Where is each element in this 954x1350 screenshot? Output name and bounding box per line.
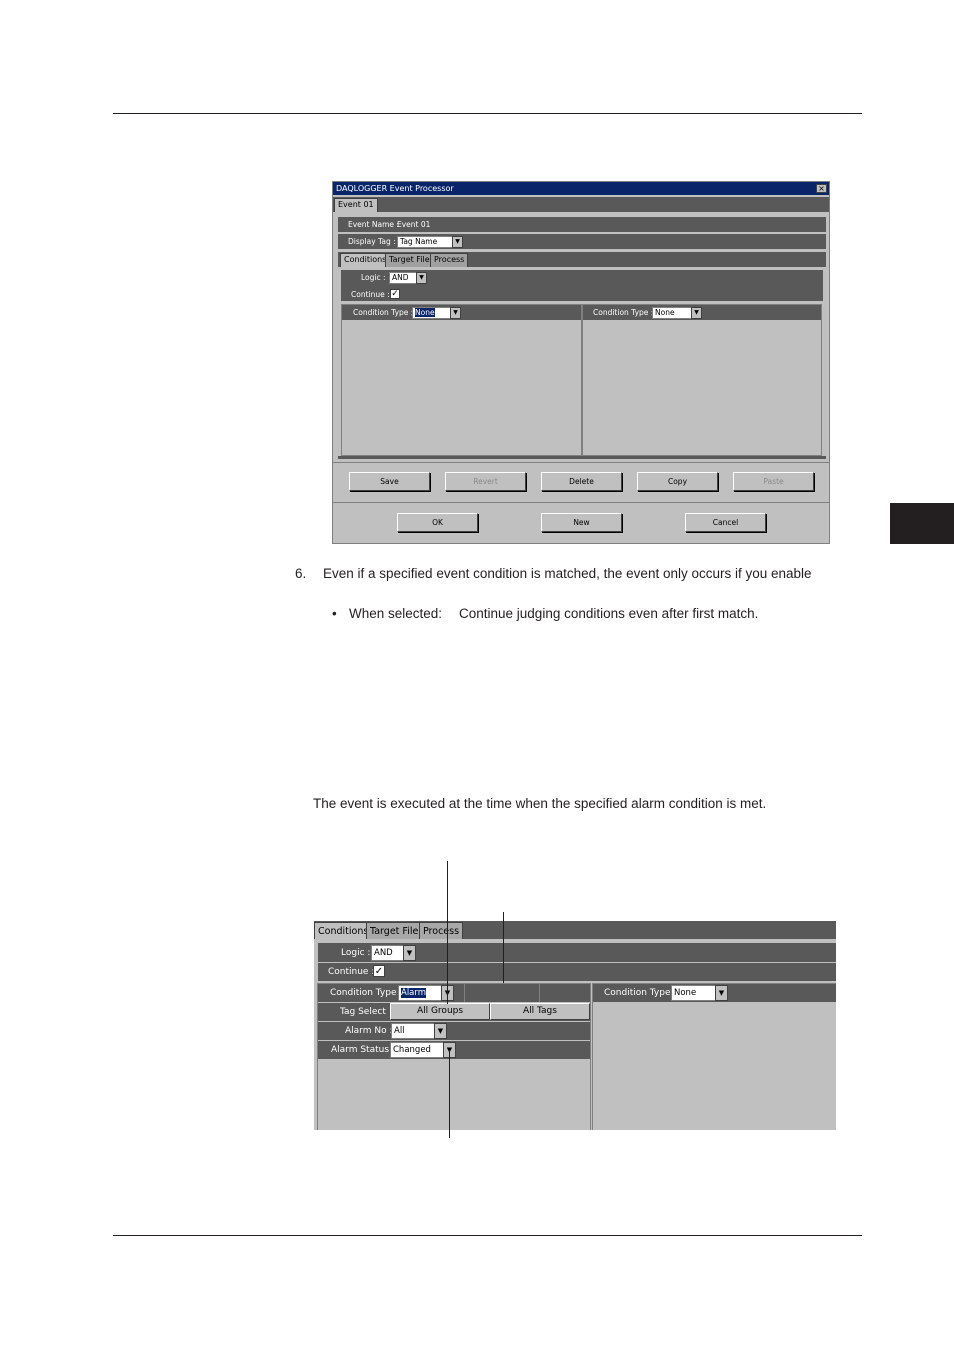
chevron-down-icon[interactable]: ▼ — [452, 236, 463, 248]
alarm-no-label: Alarm No : — [345, 1026, 393, 1036]
all-groups-button[interactable]: All Groups — [390, 1003, 490, 1020]
dialog-title: DAQLOGGER Event Processor — [336, 184, 454, 193]
right-condition-type-label: Condition Type : — [604, 988, 677, 998]
all-tags-button[interactable]: All Tags — [490, 1003, 590, 1020]
display-tag-value: Tag Name — [400, 237, 438, 246]
bottom-separator — [333, 502, 829, 503]
bottom-rule — [113, 1235, 862, 1236]
event-name-label: Event Name : — [348, 220, 399, 229]
logic-value: AND — [374, 948, 393, 958]
continue-row — [318, 963, 836, 981]
logic-value: AND — [392, 273, 409, 282]
continue-checkbox[interactable]: ✓ — [373, 965, 385, 977]
leader-line-condition-type — [447, 861, 448, 1004]
pane-border — [338, 456, 826, 459]
header-divider — [464, 984, 465, 1002]
right-condition-pane — [582, 304, 822, 456]
bullet-label: When selected: — [349, 606, 443, 621]
display-tag-select[interactable]: Tag Name ▼ — [397, 236, 463, 248]
left-condition-type-select[interactable]: None ▼ — [412, 307, 461, 319]
chevron-down-icon[interactable]: ▼ — [403, 945, 416, 961]
close-icon[interactable]: × — [816, 184, 827, 193]
alarm-status-value: Changed — [393, 1045, 431, 1055]
right-condition-pane — [592, 983, 836, 1130]
alarm-status-label: Alarm Status : — [331, 1045, 395, 1055]
paste-button[interactable]: Paste — [733, 472, 814, 491]
tab-process[interactable]: Process — [430, 253, 469, 267]
copy-button[interactable]: Copy — [637, 472, 718, 491]
chevron-down-icon[interactable]: ▼ — [434, 1023, 447, 1039]
left-condition-type-label: Condition Type : — [330, 988, 403, 998]
logic-label: Logic : — [361, 273, 386, 282]
left-condition-type-value: None — [415, 308, 435, 317]
logic-label: Logic : — [341, 948, 371, 958]
alarm-no-value: All — [394, 1026, 405, 1036]
revert-button[interactable]: Revert — [445, 472, 526, 491]
alarm-description: The event is executed at the time when t… — [313, 796, 767, 811]
header-divider — [539, 984, 540, 1002]
delete-button[interactable]: Delete — [541, 472, 622, 491]
right-condition-type-label: Condition Type : — [593, 308, 654, 317]
chapter-side-tab — [890, 503, 954, 544]
tab-process[interactable]: Process — [419, 922, 464, 939]
step-6-text: Even if a specified event condition is m… — [323, 566, 812, 581]
event-name-value: Event 01 — [397, 220, 431, 229]
save-button[interactable]: Save — [349, 472, 430, 491]
chevron-down-icon[interactable]: ▼ — [450, 307, 461, 319]
dialog-title-bar: DAQLOGGER Event Processor × — [333, 182, 829, 195]
continue-checkbox[interactable]: ✓ — [390, 289, 400, 299]
chevron-down-icon[interactable]: ▼ — [691, 307, 702, 319]
right-condition-type-value: None — [674, 988, 697, 998]
logic-select[interactable]: AND ▼ — [389, 272, 427, 284]
top-rule — [113, 113, 862, 114]
right-condition-type-select[interactable]: None ▼ — [652, 307, 702, 319]
left-condition-type-label: Condition Type : — [353, 308, 414, 317]
continue-label: Continue : — [328, 967, 375, 977]
tab-conditions[interactable]: Conditions — [314, 922, 373, 939]
tab-conditions[interactable]: Conditions — [340, 253, 391, 267]
tab-target-file[interactable]: Target File — [385, 253, 434, 267]
step-6-number: 6. — [295, 566, 307, 581]
left-condition-type-value: Alarm — [401, 988, 427, 998]
bullet-icon: • — [332, 606, 337, 621]
action-separator — [333, 462, 829, 463]
left-condition-type-select[interactable]: Alarm ▼ — [398, 985, 454, 1001]
ok-button[interactable]: OK — [397, 513, 478, 532]
cancel-button[interactable]: Cancel — [685, 513, 766, 532]
right-condition-type-select[interactable]: None ▼ — [671, 985, 728, 1001]
bullet-text: Continue judging conditions even after f… — [459, 606, 759, 621]
event-processor-dialog: DAQLOGGER Event Processor × Event 01 Eve… — [332, 181, 830, 544]
event-tab-strip — [333, 197, 829, 212]
logic-select[interactable]: AND ▼ — [371, 945, 416, 961]
left-condition-pane — [341, 304, 582, 456]
right-condition-type-value: None — [655, 308, 675, 317]
leader-line-alarm-status — [449, 1050, 450, 1138]
continue-label: Continue : — [351, 290, 390, 299]
alarm-status-select[interactable]: Changed ▼ — [390, 1042, 456, 1058]
display-tag-label: Display Tag : — [348, 237, 396, 246]
alarm-no-select[interactable]: All ▼ — [391, 1023, 447, 1039]
alarm-conditions-screenshot: Conditions Target File Process Logic : A… — [314, 921, 836, 1130]
tab-target-file[interactable]: Target File — [366, 922, 423, 939]
tab-event-01[interactable]: Event 01 — [334, 198, 378, 212]
chevron-down-icon[interactable]: ▼ — [715, 985, 728, 1001]
chevron-down-icon[interactable]: ▼ — [416, 272, 427, 284]
tag-select-label: Tag Select — [340, 1007, 386, 1017]
new-button[interactable]: New — [541, 513, 622, 532]
leader-line-header — [503, 912, 504, 983]
